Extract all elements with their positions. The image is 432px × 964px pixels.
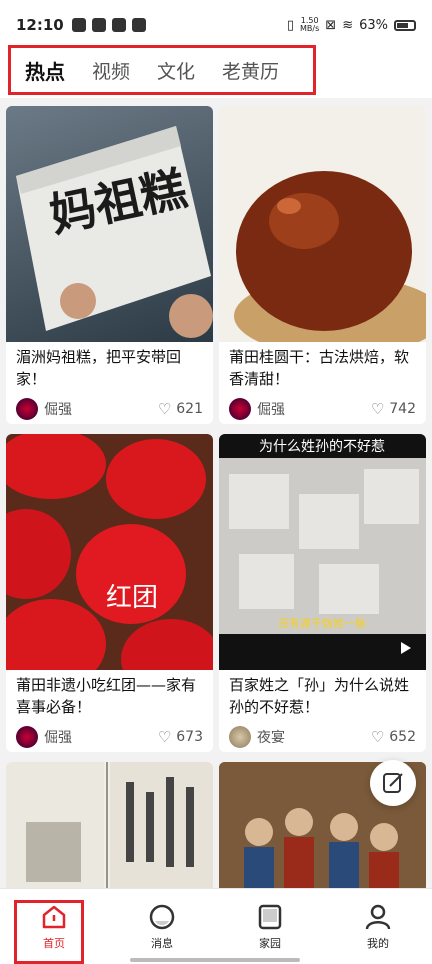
- card-meta: 倔强 ♡ 742: [219, 394, 426, 424]
- like-button[interactable]: ♡ 742: [371, 400, 416, 418]
- like-count: 673: [176, 729, 203, 745]
- tab-culture[interactable]: 文化: [157, 57, 195, 84]
- author-name[interactable]: 倔强: [257, 399, 371, 419]
- heart-icon: ♡: [157, 728, 172, 746]
- mail-notification-icon: [91, 18, 106, 32]
- feed-card[interactable]: 为什么姓孙的不好惹 还有源于妫姓一脉 百家姓之「孙」为什么说姓孙的不好惹！ 夜宴…: [219, 434, 426, 752]
- card-title: 莆田桂圆干：古法烘焙，软香清甜！: [229, 348, 410, 388]
- author-name[interactable]: 夜宴: [257, 727, 371, 747]
- card-image: 为什么姓孙的不好惹 还有源于妫姓一脉: [219, 434, 426, 670]
- status-right: ▯ 1.50 MB/s ⊠ ≋ 63%: [287, 17, 416, 33]
- profile-icon: [365, 904, 391, 930]
- home-icon: [42, 905, 66, 929]
- nav-messages[interactable]: 消息: [108, 889, 216, 964]
- net-speed: 1.50 MB/s: [300, 17, 319, 33]
- card-image: [219, 106, 426, 342]
- nav-homeland-label: 家园: [259, 937, 281, 950]
- card-image: [6, 762, 213, 888]
- card-image: 妈祖糕: [6, 106, 213, 342]
- card-title: 百家姓之「孙」为什么说姓孙的不好惹！: [229, 676, 410, 716]
- top-tabs-bar: 热点 视频 文化 老黄历: [0, 45, 432, 98]
- mazu-cake-image: 妈祖糕: [16, 126, 213, 338]
- avatar[interactable]: [16, 398, 38, 420]
- tabs-highlight-box: 热点 视频 文化 老黄历: [8, 45, 316, 95]
- card-meta: 倔强 ♡ 621: [6, 394, 213, 424]
- bottom-nav: 首页 消息 家园 我的: [0, 888, 432, 964]
- net-speed-unit: MB/s: [300, 24, 320, 33]
- avatar[interactable]: [229, 726, 251, 748]
- video-caption-bottom: 还有源于妫姓一脉: [278, 616, 366, 630]
- card-title: 莆田非遗小吃红团——家有喜事必备！: [16, 676, 197, 716]
- feed: 妈祖糕 湄洲妈祖糕，把平安带回家！ 倔强 ♡ 621 莆田桂圆干：古法烘焙，软香…: [0, 98, 432, 888]
- card-image-text: 红团: [106, 583, 158, 613]
- wifi-icon: ≋: [342, 17, 354, 33]
- heart-icon: ♡: [370, 400, 385, 418]
- battery-percent: 63%: [359, 17, 388, 33]
- tab-hot[interactable]: 热点: [25, 56, 65, 85]
- video-caption-top: 为什么姓孙的不好惹: [259, 439, 385, 455]
- author-name[interactable]: 倔强: [44, 727, 158, 747]
- notification-icons: [71, 18, 146, 32]
- red-cake-image: 红团: [6, 434, 213, 670]
- feed-card[interactable]: [6, 762, 213, 888]
- like-count: 742: [389, 401, 416, 417]
- app-notification-icon: [71, 18, 86, 32]
- gesture-bar[interactable]: [130, 958, 300, 962]
- like-button[interactable]: ♡ 673: [158, 728, 203, 746]
- tab-almanac[interactable]: 老黄历: [222, 57, 279, 84]
- play-icon: [401, 642, 411, 654]
- longan-image: [234, 171, 426, 342]
- nav-profile-label: 我的: [367, 937, 389, 950]
- card-meta: 夜宴 ♡ 652: [219, 722, 426, 752]
- old-book-image: [6, 762, 213, 888]
- nav-messages-label: 消息: [151, 937, 173, 950]
- like-button[interactable]: ♡ 621: [158, 400, 203, 418]
- status-bar: 12:10 ▯ 1.50 MB/s ⊠ ≋ 63%: [0, 0, 432, 50]
- heart-icon: ♡: [370, 728, 385, 746]
- sim-off-icon: ⊠: [325, 17, 337, 33]
- like-button[interactable]: ♡ 652: [371, 728, 416, 746]
- status-time: 12:10: [16, 16, 64, 34]
- homeland-icon: [258, 904, 282, 930]
- feed-card[interactable]: 红团 莆田非遗小吃红团——家有喜事必备！ 倔强 ♡ 673: [6, 434, 213, 752]
- card-image: 红团: [6, 434, 213, 670]
- like-count: 621: [176, 401, 203, 417]
- card-title: 湄洲妈祖糕，把平安带回家！: [16, 348, 182, 388]
- feed-card[interactable]: 妈祖糕 湄洲妈祖糕，把平安带回家！ 倔强 ♡ 621: [6, 106, 213, 424]
- crown-notification-icon: [111, 18, 126, 32]
- nav-home[interactable]: 首页: [0, 889, 108, 964]
- nav-homeland[interactable]: 家园: [216, 889, 324, 964]
- avatar[interactable]: [229, 398, 251, 420]
- nav-profile[interactable]: 我的: [324, 889, 432, 964]
- message-icon: [149, 904, 175, 930]
- card-meta: 倔强 ♡ 673: [6, 722, 213, 752]
- avatar[interactable]: [16, 726, 38, 748]
- edit-icon: [383, 773, 403, 793]
- battery-icon: [394, 19, 416, 31]
- heart-icon: ♡: [157, 400, 172, 418]
- compose-button[interactable]: [370, 760, 416, 806]
- author-name[interactable]: 倔强: [44, 399, 158, 419]
- nav-home-label: 首页: [43, 937, 65, 950]
- image-notification-icon: [131, 18, 146, 32]
- feed-card[interactable]: 莆田桂圆干：古法烘焙，软香清甜！ 倔强 ♡ 742: [219, 106, 426, 424]
- like-count: 652: [389, 729, 416, 745]
- tab-video[interactable]: 视频: [92, 57, 130, 84]
- vibrate-icon: ▯: [286, 17, 295, 33]
- surname-video-image: 为什么姓孙的不好惹 还有源于妫姓一脉: [219, 439, 426, 654]
